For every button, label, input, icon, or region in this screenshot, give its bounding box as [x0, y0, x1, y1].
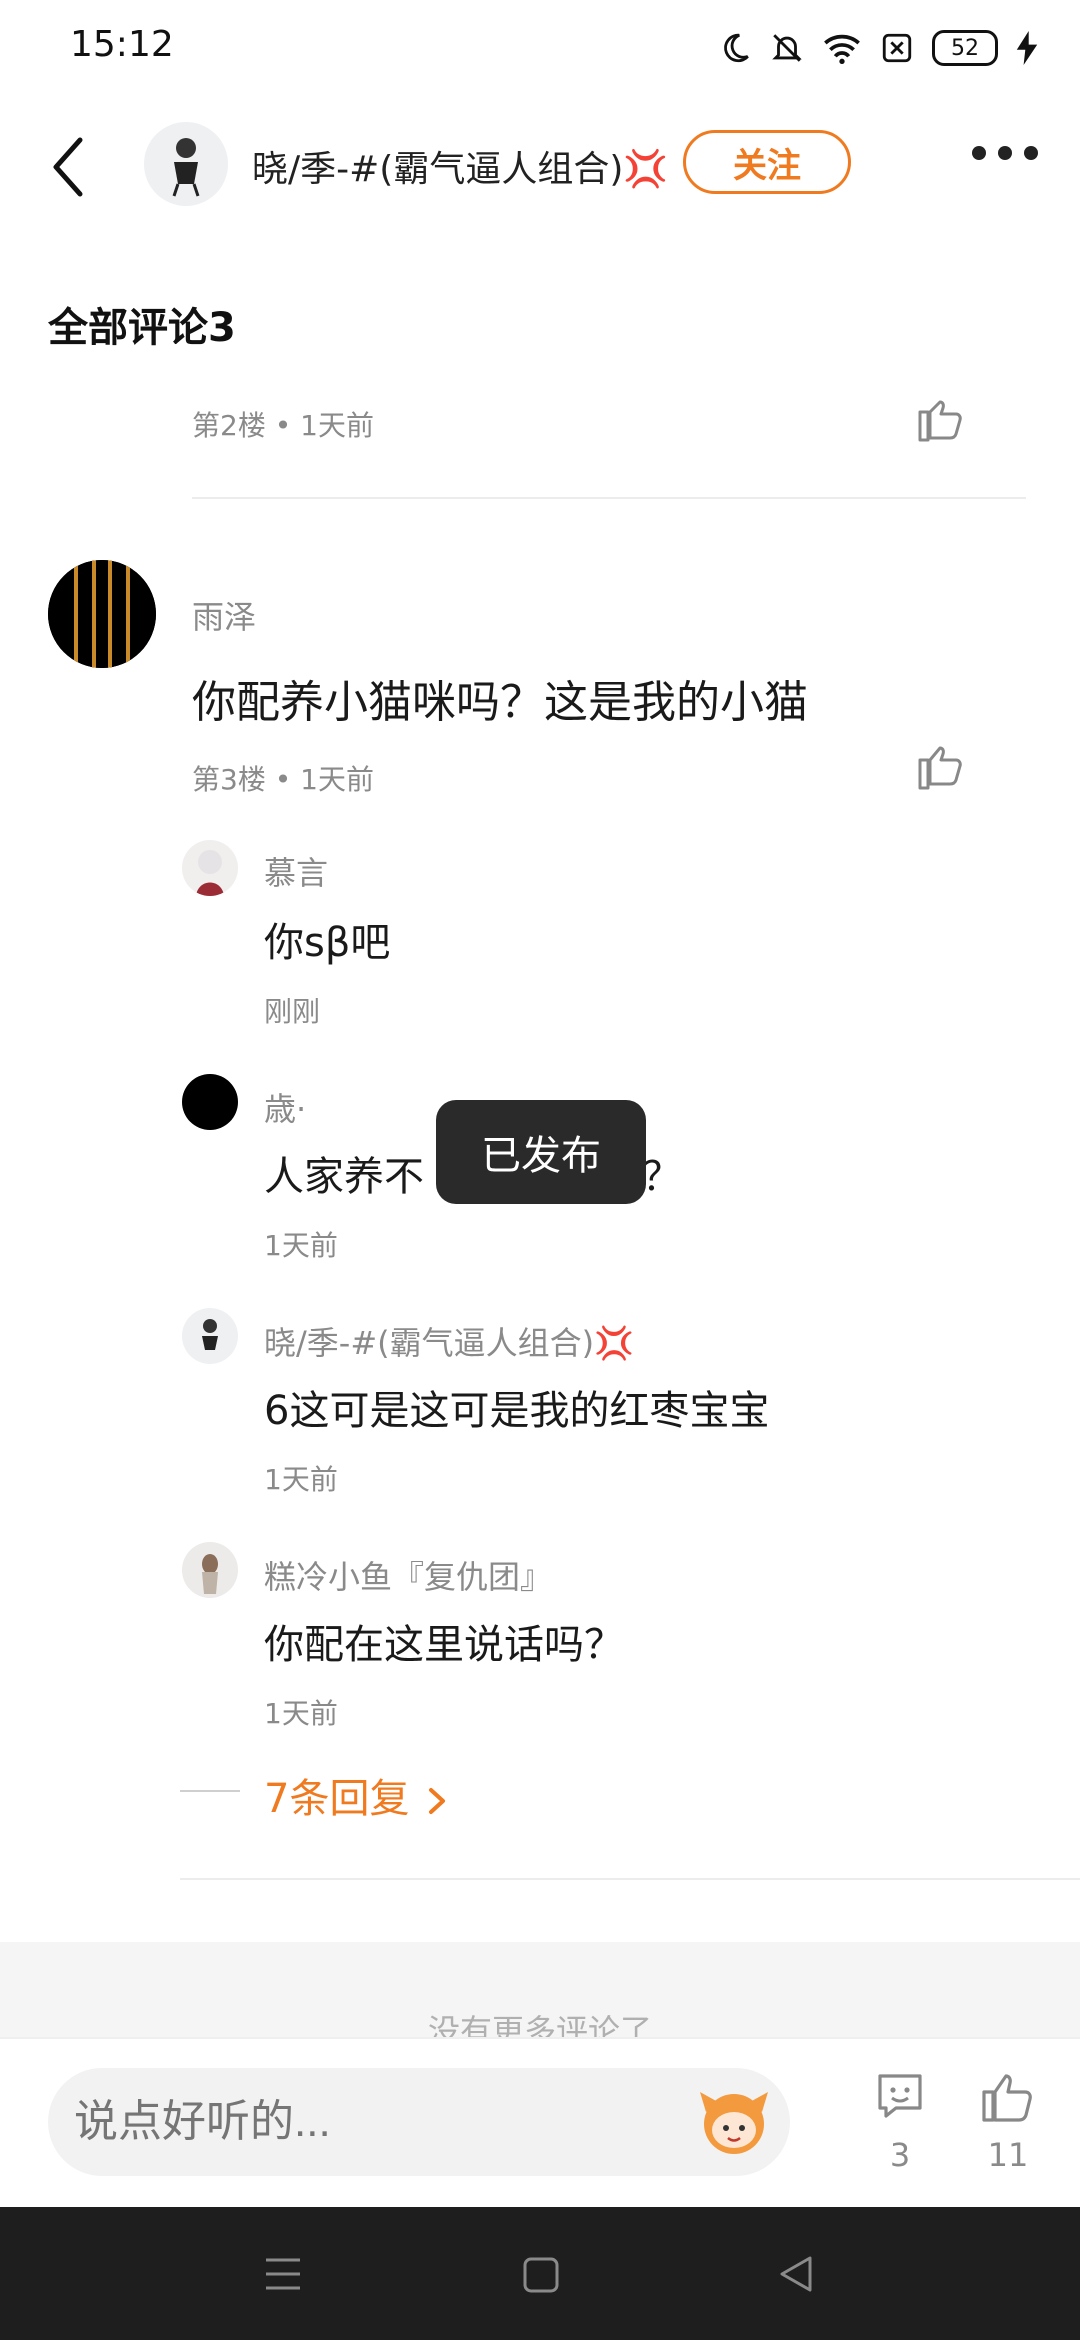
reply-time: 1天前 [264, 1697, 338, 1730]
reply-avatar[interactable] [182, 1542, 238, 1598]
reply-user[interactable]: 糕冷小鱼『复仇团』 [264, 1552, 552, 1598]
end-of-list: 没有更多评论了 [0, 1942, 1080, 2037]
reply-text-end: ？ [642, 1154, 682, 1200]
more-icon[interactable] [972, 146, 1038, 160]
home-icon[interactable] [522, 2256, 560, 2294]
more-replies-line [180, 1790, 240, 1792]
more-replies-link[interactable]: 7条回复 [264, 1766, 448, 1824]
author-name[interactable]: 晓/季-#(霸气逼人组合)💢 [252, 140, 668, 192]
menu-icon[interactable] [264, 2256, 302, 2292]
back-icon[interactable] [44, 132, 94, 202]
reply-time: 1天前 [264, 1463, 338, 1496]
comment-icon[interactable] [874, 2070, 926, 2122]
more-replies-label: 7条回复 [264, 1776, 410, 1822]
reply-text[interactable]: 你sβ吧 [264, 910, 390, 968]
mascot-emoji-icon[interactable] [696, 2082, 772, 2158]
charging-icon [1016, 31, 1038, 65]
commenter-name[interactable]: 雨泽 [192, 592, 256, 638]
chevron-right-icon [429, 1788, 446, 1814]
reply-user[interactable]: 晓/季-#(霸气逼人组合)💢 [264, 1318, 634, 1364]
reply-avatar[interactable] [182, 1308, 238, 1364]
reply-time: 刚刚 [264, 995, 321, 1028]
section-title: 全部评论3 [48, 305, 236, 351]
thumbs-up-icon[interactable] [916, 398, 966, 442]
reply-text[interactable]: 人家养不 [264, 1144, 424, 1202]
toast: 已发布 [436, 1100, 646, 1204]
reply-time: 1天前 [264, 1229, 338, 1262]
thumbs-up-icon[interactable] [916, 744, 966, 790]
bell-off-icon [772, 34, 802, 62]
comment-meta: 第3楼 • 1天前 [192, 763, 374, 796]
reply-avatar[interactable] [182, 1074, 238, 1130]
battery-icon: 52 [932, 30, 998, 66]
divider [180, 1878, 1080, 1880]
divider [192, 497, 1026, 499]
reply-text[interactable]: 6这可是这可是我的红枣宝宝 [264, 1378, 769, 1436]
back-nav-icon[interactable] [778, 2254, 814, 2294]
comment-text[interactable]: 你配养小猫咪吗？这是我的小猫 [192, 666, 808, 730]
reply-user[interactable]: 歳· [264, 1084, 306, 1130]
commenter-avatar[interactable] [48, 560, 156, 668]
status-time: 15:12 [70, 24, 174, 65]
sim-off-icon [882, 33, 912, 63]
status-icons: 52 [718, 24, 1038, 72]
no-more-text: 没有更多评论了 [427, 2012, 652, 2037]
reply-user[interactable]: 慕言 [264, 848, 328, 894]
comment-input[interactable] [48, 2068, 790, 2176]
author-avatar[interactable] [144, 122, 228, 206]
like-count: 11 [987, 2136, 1029, 2174]
like-icon[interactable] [980, 2070, 1034, 2124]
follow-button[interactable]: 关注 [683, 130, 851, 194]
prev-comment-meta: 第2楼 • 1天前 [192, 409, 374, 442]
wifi-icon [824, 34, 860, 64]
reply-avatar[interactable] [182, 840, 238, 896]
reply-text[interactable]: 你配在这里说话吗？ [264, 1612, 624, 1670]
comment-count: 3 [889, 2136, 911, 2174]
moon-icon [724, 33, 749, 63]
